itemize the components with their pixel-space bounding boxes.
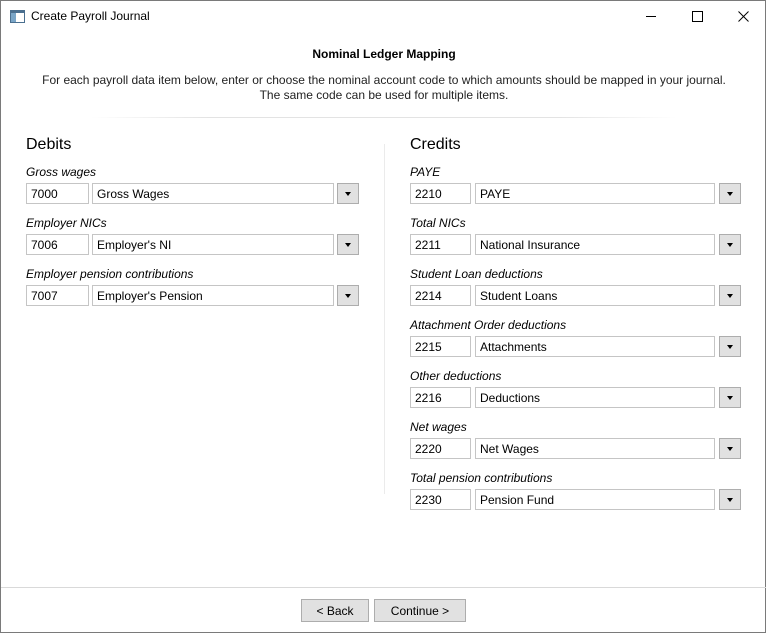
credit-item-label: Total NICs xyxy=(410,216,466,230)
debit-account-combobox[interactable]: Employer's Pension xyxy=(92,285,334,306)
chevron-down-icon xyxy=(727,191,733,196)
credit-code-input[interactable]: 2214 xyxy=(410,285,471,306)
credit-code-input[interactable]: 2220 xyxy=(410,438,471,459)
credit-code-input[interactable]: 2216 xyxy=(410,387,471,408)
credit-item-label: Net wages xyxy=(410,420,467,434)
credit-dropdown-button[interactable] xyxy=(719,183,741,204)
credit-code-input[interactable]: 2230 xyxy=(410,489,471,510)
page-description: For each payroll data item below, enter … xyxy=(1,73,766,103)
window-title: Create Payroll Journal xyxy=(31,9,150,23)
continue-button[interactable]: Continue > xyxy=(374,599,466,622)
description-line: For each payroll data item below, enter … xyxy=(42,73,726,87)
chevron-down-icon xyxy=(727,446,733,451)
credit-account-combobox[interactable]: Net Wages xyxy=(475,438,715,459)
description-line: The same code can be used for multiple i… xyxy=(259,88,509,102)
credit-account-combobox[interactable]: Pension Fund xyxy=(475,489,715,510)
credit-account-combobox[interactable]: Deductions xyxy=(475,387,715,408)
footer-divider xyxy=(1,587,766,588)
credit-item-label: Total pension contributions xyxy=(410,471,553,485)
chevron-down-icon xyxy=(345,191,351,196)
debit-account-combobox[interactable]: Employer's NI xyxy=(92,234,334,255)
credit-dropdown-button[interactable] xyxy=(719,387,741,408)
credit-dropdown-button[interactable] xyxy=(719,336,741,357)
header-divider xyxy=(91,117,677,118)
page-title: Nominal Ledger Mapping xyxy=(312,47,456,61)
credits-heading: Credits xyxy=(410,136,461,153)
column-divider xyxy=(384,144,385,494)
credit-code-input[interactable]: 2215 xyxy=(410,336,471,357)
app-window-icon xyxy=(10,10,25,23)
minimize-icon xyxy=(646,15,656,17)
credit-item-label: PAYE xyxy=(410,165,441,179)
chevron-down-icon xyxy=(727,293,733,298)
credit-account-combobox[interactable]: National Insurance xyxy=(475,234,715,255)
credit-item-label: Attachment Order deductions xyxy=(410,318,567,332)
credit-dropdown-button[interactable] xyxy=(719,285,741,306)
debit-item-label: Employer pension contributions xyxy=(26,267,194,281)
credit-item-label: Student Loan deductions xyxy=(410,267,543,281)
debit-dropdown-button[interactable] xyxy=(337,234,359,255)
chevron-down-icon xyxy=(345,293,351,298)
chevron-down-icon xyxy=(345,242,351,247)
back-button[interactable]: < Back xyxy=(301,599,369,622)
minimize-button[interactable] xyxy=(628,1,674,31)
maximize-button[interactable] xyxy=(674,1,720,31)
close-icon xyxy=(737,10,749,22)
credit-code-input[interactable]: 2210 xyxy=(410,183,471,204)
dialog-window: Create Payroll Journal Nominal Ledger Ma… xyxy=(0,0,766,633)
debit-item-label: Gross wages xyxy=(26,165,97,179)
debit-code-input[interactable]: 7006 xyxy=(26,234,89,255)
debit-dropdown-button[interactable] xyxy=(337,285,359,306)
maximize-icon xyxy=(691,10,703,22)
credit-account-combobox[interactable]: Student Loans xyxy=(475,285,715,306)
credit-account-combobox[interactable]: PAYE xyxy=(475,183,715,204)
debit-item-label: Employer NICs xyxy=(26,216,107,230)
chevron-down-icon xyxy=(727,242,733,247)
debit-dropdown-button[interactable] xyxy=(337,183,359,204)
chevron-down-icon xyxy=(727,395,733,400)
debit-account-combobox[interactable]: Gross Wages xyxy=(92,183,334,204)
chevron-down-icon xyxy=(727,497,733,502)
chevron-down-icon xyxy=(727,344,733,349)
credit-dropdown-button[interactable] xyxy=(719,489,741,510)
credit-code-input[interactable]: 2211 xyxy=(410,234,471,255)
credit-dropdown-button[interactable] xyxy=(719,234,741,255)
close-button[interactable] xyxy=(720,1,766,31)
credit-dropdown-button[interactable] xyxy=(719,438,741,459)
debits-heading: Debits xyxy=(26,136,72,153)
debit-code-input[interactable]: 7007 xyxy=(26,285,89,306)
title-bar: Create Payroll Journal xyxy=(1,1,765,31)
credit-account-combobox[interactable]: Attachments xyxy=(475,336,715,357)
credit-item-label: Other deductions xyxy=(410,369,502,383)
debit-code-input[interactable]: 7000 xyxy=(26,183,89,204)
